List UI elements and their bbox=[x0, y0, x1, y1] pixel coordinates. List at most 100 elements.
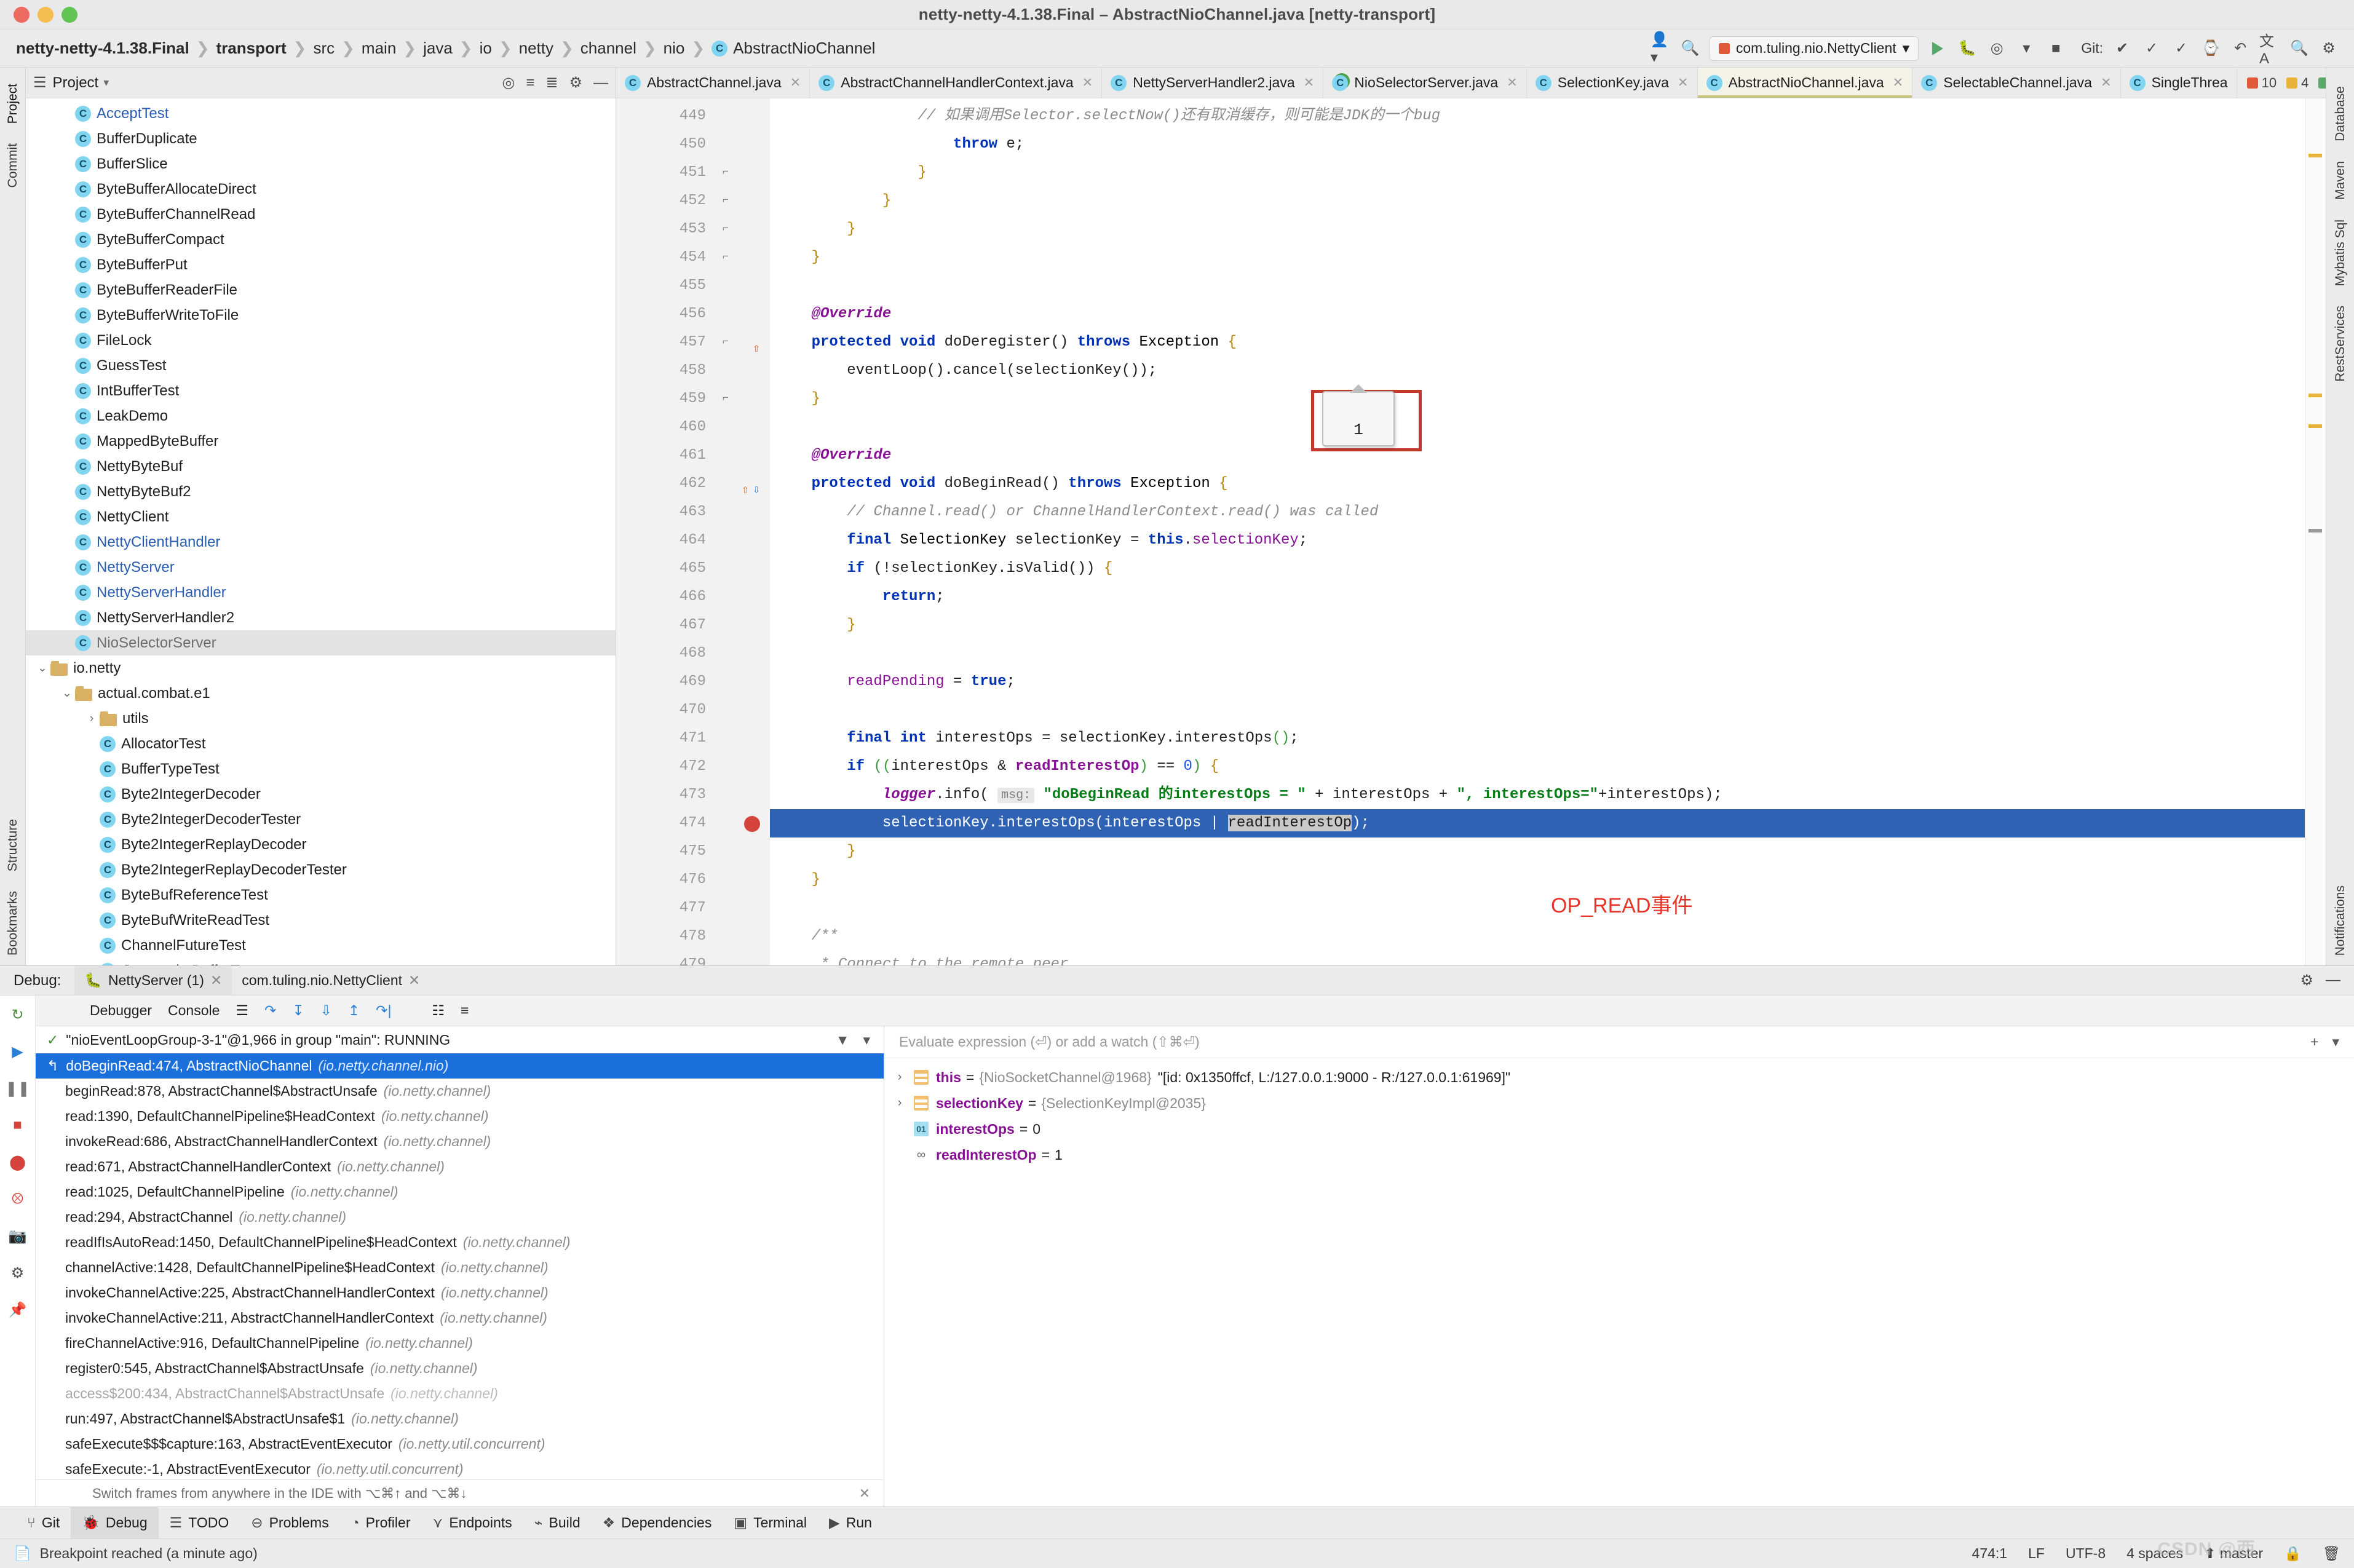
step-over-icon[interactable]: ↷ bbox=[264, 1002, 276, 1019]
stack-frame-row[interactable]: register0:545, AbstractChannel$AbstractU… bbox=[36, 1356, 884, 1381]
breadcrumb-item-nio[interactable]: nio bbox=[664, 39, 685, 58]
line-number[interactable]: 478 bbox=[616, 922, 770, 951]
tree-item[interactable]: CByte2IntegerReplayDecoderTester bbox=[26, 857, 616, 882]
fold-marker-icon[interactable] bbox=[719, 534, 732, 547]
fold-marker-icon[interactable] bbox=[719, 506, 732, 518]
close-icon[interactable]: ✕ bbox=[1678, 75, 1689, 90]
editor-tab[interactable]: CAbstractChannelHandlerContext.java✕ bbox=[810, 68, 1102, 98]
lock-icon[interactable]: 🔒 bbox=[2284, 1545, 2302, 1562]
stack-frame-row[interactable]: run:497, AbstractChannel$AbstractUnsafe$… bbox=[36, 1406, 884, 1431]
code-line[interactable]: /** bbox=[770, 922, 2305, 951]
code-line[interactable] bbox=[770, 272, 2305, 300]
add-watch-icon[interactable]: + bbox=[2310, 1034, 2318, 1050]
breadcrumb-item-class[interactable]: AbstractNioChannel bbox=[733, 39, 875, 58]
line-separator[interactable]: LF bbox=[2028, 1545, 2045, 1562]
tool-button-maven[interactable]: Maven bbox=[2333, 161, 2348, 200]
close-icon[interactable]: ✕ bbox=[1304, 75, 1315, 90]
tree-item[interactable]: CMappedByteBuffer bbox=[26, 429, 616, 454]
line-number[interactable]: 463 bbox=[616, 498, 770, 526]
line-number[interactable]: 459⌐ bbox=[616, 385, 770, 413]
search-everywhere-icon[interactable]: 🔍 bbox=[1680, 38, 1701, 59]
code-line[interactable]: } bbox=[770, 159, 2305, 187]
fold-marker-icon[interactable]: ⌐ bbox=[719, 223, 732, 236]
frames-list[interactable]: ↰doBeginRead:474, AbstractNioChannel(io.… bbox=[36, 1053, 884, 1479]
close-icon[interactable]: ✕ bbox=[408, 972, 420, 989]
fold-marker-icon[interactable]: ⌐ bbox=[719, 336, 732, 349]
stack-frame-row[interactable]: read:1025, DefaultChannelPipeline(io.net… bbox=[36, 1179, 884, 1205]
bottom-tool-debug[interactable]: 🐞Debug bbox=[71, 1507, 158, 1539]
more-run-icon[interactable]: ▾ bbox=[2016, 38, 2037, 59]
line-number[interactable]: 451⌐ bbox=[616, 159, 770, 187]
code-line[interactable]: } bbox=[770, 385, 2305, 413]
thread-dropdown-icon[interactable]: ▾ bbox=[863, 1032, 870, 1048]
tree-item[interactable]: CByte2IntegerDecoderTester bbox=[26, 807, 616, 832]
fold-marker-icon[interactable] bbox=[719, 449, 732, 462]
hide-icon[interactable]: — bbox=[593, 74, 608, 92]
fold-marker-icon[interactable] bbox=[719, 138, 732, 151]
line-number[interactable]: 464 bbox=[616, 526, 770, 555]
code-line[interactable] bbox=[770, 696, 2305, 724]
stack-frame-row[interactable]: beginRead:878, AbstractChannel$AbstractU… bbox=[36, 1079, 884, 1104]
mute-breakpoints-icon[interactable]: ⮾ bbox=[7, 1189, 28, 1210]
fold-marker-icon[interactable]: ⌐ bbox=[719, 167, 732, 179]
bottom-tool-dependencies[interactable]: ❖Dependencies bbox=[592, 1507, 723, 1539]
variable-row[interactable]: ›this={NioSocketChannel@1968}"[id: 0x135… bbox=[884, 1064, 2354, 1090]
code-line[interactable]: readPending = true; bbox=[770, 668, 2305, 696]
pause-icon[interactable]: ❚❚ bbox=[7, 1078, 28, 1099]
stack-frame-row[interactable]: read:294, AbstractChannel(io.netty.chann… bbox=[36, 1205, 884, 1230]
thread-row[interactable]: ✓ "nioEventLoopGroup-3-1"@1,966 in group… bbox=[36, 1026, 884, 1053]
project-tree[interactable]: CAcceptTestCBufferDuplicateCBufferSliceC… bbox=[26, 98, 616, 965]
fold-marker-icon[interactable] bbox=[719, 930, 732, 943]
tree-item[interactable]: CByteBufferCompact bbox=[26, 227, 616, 252]
fold-marker-icon[interactable]: ⌐ bbox=[719, 251, 732, 264]
tree-item[interactable]: ⌄actual.combat.e1 bbox=[26, 681, 616, 706]
chevron-right-icon[interactable]: › bbox=[898, 1096, 914, 1110]
collapse-all-icon[interactable]: ≣ bbox=[545, 74, 558, 92]
tree-item[interactable]: CByteBufferReaderFile bbox=[26, 277, 616, 303]
settings-icon[interactable]: ⚙ bbox=[2318, 38, 2339, 59]
close-icon[interactable]: ✕ bbox=[859, 1486, 870, 1502]
rerun-icon[interactable]: ↻ bbox=[7, 1004, 28, 1025]
close-icon[interactable]: ✕ bbox=[1893, 75, 1904, 90]
line-number[interactable]: 471 bbox=[616, 724, 770, 753]
bottom-tool-profiler[interactable]: ◔Profiler bbox=[340, 1507, 422, 1539]
code-line[interactable]: protected void doBeginRead() throws Exce… bbox=[770, 470, 2305, 498]
tool-button-database[interactable]: Database bbox=[2333, 86, 2348, 141]
tree-item[interactable]: CByteBufWriteReadTest bbox=[26, 908, 616, 933]
code-line[interactable]: if (!selectionKey.isValid()) { bbox=[770, 555, 2305, 583]
tool-button-mybatis-sql[interactable]: Mybatis Sql bbox=[2333, 220, 2348, 287]
bottom-tool-problems[interactable]: ⊖Problems bbox=[240, 1507, 339, 1539]
code-line[interactable]: return; bbox=[770, 583, 2305, 611]
line-number[interactable]: 475 bbox=[616, 837, 770, 866]
code-line[interactable]: } bbox=[770, 866, 2305, 894]
tree-item[interactable]: CAllocatorTest bbox=[26, 731, 616, 756]
fold-marker-icon[interactable] bbox=[719, 874, 732, 886]
line-number[interactable]: 476 bbox=[616, 866, 770, 894]
code-line[interactable]: selectionKey.interestOps(interestOps | r… bbox=[770, 809, 2305, 837]
tree-item[interactable]: CGuessTest bbox=[26, 353, 616, 378]
bottom-tool-bar[interactable]: ⑂Git🐞Debug☰TODO⊖Problems◔Profiler⋎Endpoi… bbox=[0, 1507, 2354, 1538]
stack-frame-row[interactable]: read:1390, DefaultChannelPipeline$HeadCo… bbox=[36, 1104, 884, 1129]
settings-icon[interactable]: ⚙ bbox=[7, 1262, 28, 1283]
close-icon[interactable]: ✕ bbox=[2101, 75, 2112, 90]
code-line[interactable]: final SelectionKey selectionKey = this.s… bbox=[770, 526, 2305, 555]
expand-all-icon[interactable]: ≡ bbox=[526, 74, 534, 92]
line-number[interactable]: 466 bbox=[616, 583, 770, 611]
stop-icon[interactable]: ■ bbox=[7, 1115, 28, 1136]
fold-marker-icon[interactable] bbox=[719, 817, 732, 830]
editor-tab[interactable]: CNettyServerHandler2.java✕ bbox=[1102, 68, 1323, 98]
editor-tab[interactable]: CSelectableChannel.java✕ bbox=[1912, 68, 2120, 98]
fold-marker-icon[interactable] bbox=[719, 845, 732, 858]
coverage-button[interactable]: ◎ bbox=[1986, 38, 2007, 59]
tree-item[interactable]: CNettyServerHandler2 bbox=[26, 605, 616, 630]
pin-icon[interactable]: 📌 bbox=[7, 1299, 28, 1320]
stack-frame-row[interactable]: safeExecute:-1, AbstractEventExecutor(io… bbox=[36, 1457, 884, 1479]
code-line[interactable]: eventLoop().cancel(selectionKey()); bbox=[770, 357, 2305, 385]
code-line[interactable]: } bbox=[770, 215, 2305, 244]
close-icon[interactable]: ✕ bbox=[1082, 75, 1093, 90]
line-number[interactable]: 470 bbox=[616, 696, 770, 724]
code-line[interactable]: // Channel.read() or ChannelHandlerConte… bbox=[770, 498, 2305, 526]
frames-view-icon[interactable]: ≡ bbox=[461, 1002, 469, 1019]
code-line[interactable] bbox=[770, 413, 2305, 441]
tree-item[interactable]: CFileLock bbox=[26, 328, 616, 353]
